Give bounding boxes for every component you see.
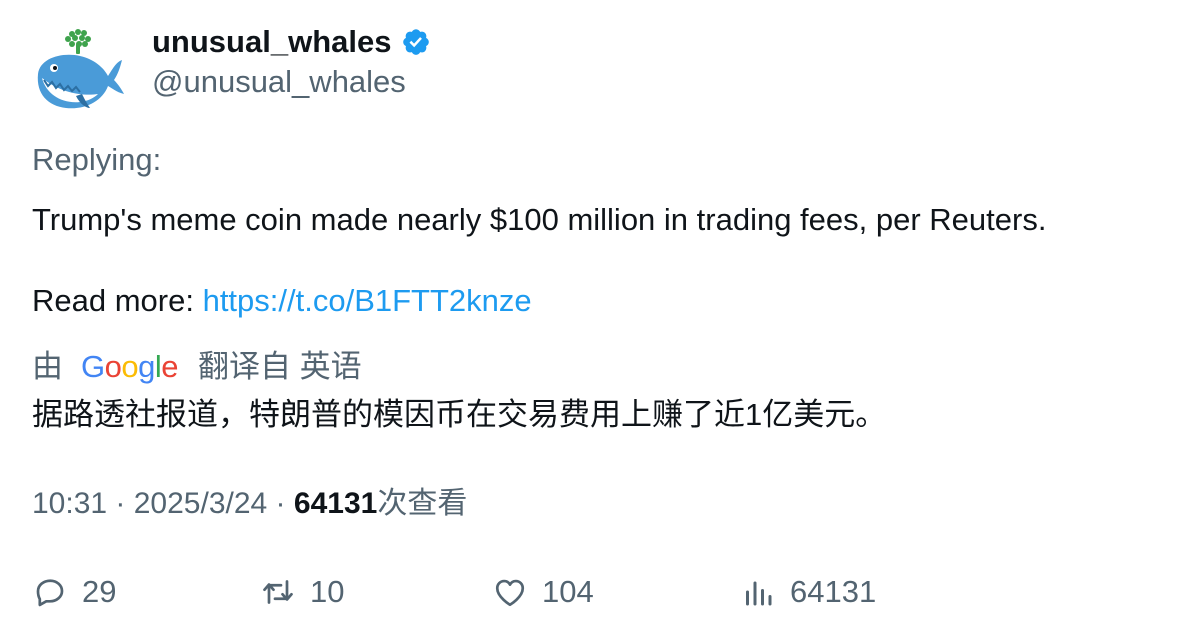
tweet-link[interactable]: https://t.co/B1FTT2knze: [203, 283, 532, 318]
views-button[interactable]: 64131: [740, 570, 876, 614]
avatar[interactable]: [32, 24, 128, 120]
like-button[interactable]: 104: [492, 570, 594, 614]
translation-prefix: 由: [32, 349, 63, 384]
reply-icon: [36, 579, 64, 607]
read-more-line: Read more: https://t.co/B1FTT2knze: [32, 281, 532, 321]
tweet-text: Trump's meme coin made nearly $100 milli…: [32, 202, 1047, 237]
google-logo-icon: Google: [81, 349, 179, 384]
retweet-button[interactable]: 10: [260, 570, 344, 614]
views-count: 64131: [293, 487, 378, 520]
views-action-count: 64131: [790, 574, 877, 609]
tweet-date[interactable]: 2025/3/24: [134, 487, 267, 520]
views-label: 次查看: [377, 487, 468, 520]
like-count: 104: [542, 574, 594, 609]
heart-icon: [495, 579, 525, 607]
translation-attribution: 由 Google 翻译自 英语: [32, 346, 362, 388]
translation-suffix: 翻译自 英语: [198, 349, 362, 384]
reply-button[interactable]: 29: [32, 570, 116, 614]
bar-chart-icon: [746, 581, 772, 606]
meta-separator: ·: [107, 487, 134, 520]
user-handle[interactable]: @unusual_whales: [152, 62, 406, 102]
display-name[interactable]: unusual_whales: [152, 22, 431, 62]
read-more-label: Read more:: [32, 283, 203, 318]
display-name-text[interactable]: unusual_whales: [152, 22, 391, 62]
whale-logo-icon: [37, 29, 124, 109]
tweet-meta: 10:31 · 2025/3/24 · 64131次查看: [32, 484, 467, 524]
tweet-time[interactable]: 10:31: [32, 487, 107, 520]
retweet-count: 10: [310, 574, 345, 609]
reply-count: 29: [82, 574, 117, 609]
retweet-icon: [263, 580, 293, 604]
meta-separator: ·: [267, 487, 294, 520]
translated-text: 据路透社报道，特朗普的模因币在交易费用上赚了近1亿美元。: [32, 397, 887, 432]
verified-badge-icon: [403, 29, 430, 55]
replying-label: Replying:: [32, 142, 162, 177]
